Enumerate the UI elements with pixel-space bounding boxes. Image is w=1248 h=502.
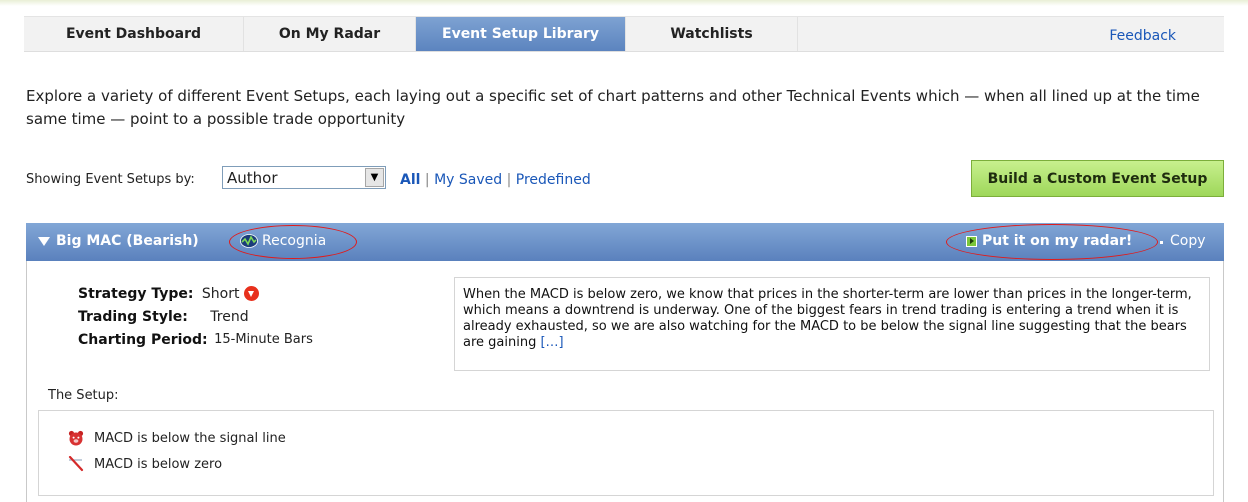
property-value: Trend <box>210 308 249 325</box>
filter-separator: | <box>424 172 430 188</box>
filter-my-saved-link[interactable]: My Saved <box>434 172 502 188</box>
setup-properties: Strategy Type: Short Trading Style: Tren… <box>78 282 313 351</box>
author-select[interactable]: Author ▼ <box>222 166 386 189</box>
trading-style-row: Trading Style: Trend <box>78 305 313 328</box>
setup-panel-header: Big MAC (Bearish) Recognia Put it on my … <box>26 223 1224 261</box>
property-key: Strategy Type: <box>78 285 194 302</box>
tab-watchlists[interactable]: Watchlists <box>626 17 798 51</box>
put-on-radar-button[interactable]: Put it on my radar! <box>966 233 1132 249</box>
setup-rule: MACD is below the signal line <box>68 430 286 446</box>
setup-title-toggle[interactable]: Big MAC (Bearish) <box>38 233 199 249</box>
recognia-logo-icon <box>240 234 258 248</box>
filter-all-link[interactable]: All <box>400 172 420 188</box>
chevron-down-icon[interactable]: ▼ <box>365 168 384 187</box>
filter-separator: | <box>506 172 512 188</box>
strategy-type-row: Strategy Type: Short <box>78 282 313 305</box>
below-zero-icon <box>68 456 84 472</box>
filter-links: All | My Saved | Predefined <box>400 172 591 188</box>
description-text: When the MACD is below zero, we know tha… <box>463 287 1192 350</box>
charting-period-row: Charting Period: 15-Minute Bars <box>78 328 313 351</box>
author-select-value: Author <box>227 169 278 187</box>
radar-label: Put it on my radar! <box>982 233 1133 249</box>
main-tabs: Event Dashboard On My Radar Event Setup … <box>24 16 1224 52</box>
rule-text: MACD is below the signal line <box>94 430 286 446</box>
tab-event-setup-library[interactable]: Event Setup Library <box>416 17 626 51</box>
setup-description: When the MACD is below zero, we know tha… <box>454 277 1210 371</box>
author-name: Recognia <box>262 233 327 249</box>
property-key: Charting Period: <box>78 331 208 348</box>
copy-link[interactable]: Copy <box>1170 233 1206 249</box>
tab-event-dashboard[interactable]: Event Dashboard <box>24 17 244 51</box>
tab-on-my-radar[interactable]: On My Radar <box>244 17 416 51</box>
rule-text: MACD is below zero <box>94 456 223 472</box>
top-accent-line <box>0 0 1248 6</box>
setup-section-label: The Setup: <box>48 388 119 403</box>
radar-arrow-icon <box>966 235 977 247</box>
property-key: Trading Style: <box>78 308 188 325</box>
collapse-triangle-icon <box>38 236 50 246</box>
filter-label: Showing Event Setups by: <box>26 172 195 187</box>
down-arrow-icon <box>243 286 259 301</box>
setup-rule: MACD is below zero <box>68 456 222 472</box>
property-value: Short <box>201 285 240 302</box>
feedback-link[interactable]: Feedback <box>1109 28 1176 44</box>
tab-bar-filler: Feedback <box>798 17 1224 51</box>
build-custom-setup-button[interactable]: Build a Custom Event Setup <box>971 160 1224 197</box>
author-link[interactable]: Recognia <box>240 233 326 249</box>
separator-dot <box>1160 241 1163 244</box>
property-value: 15-Minute Bars <box>214 332 313 347</box>
filter-predefined-link[interactable]: Predefined <box>516 172 591 188</box>
read-more-link[interactable]: […] <box>540 335 563 350</box>
bear-icon <box>68 430 84 446</box>
intro-text: Explore a variety of different Event Set… <box>26 87 1200 128</box>
setup-title: Big MAC (Bearish) <box>56 233 199 249</box>
setup-rules-box <box>38 410 1214 496</box>
